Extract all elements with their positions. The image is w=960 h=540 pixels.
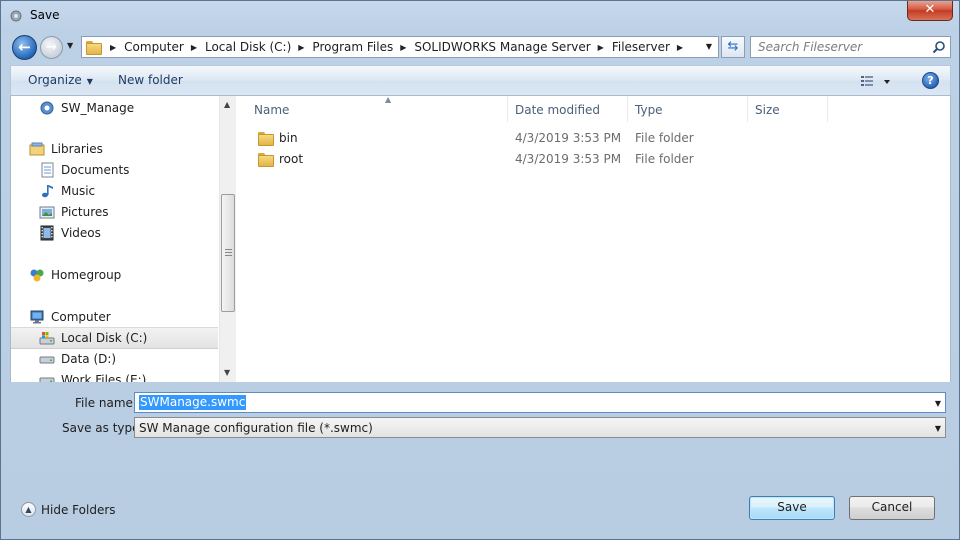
column-header-name[interactable]: Name ▲ [247,95,508,122]
folder-icon [85,40,102,55]
drive-icon [39,351,55,367]
sidebar-item-homegroup[interactable]: Homegroup [11,265,218,285]
breadcrumb-local-disk[interactable]: Local Disk (C:) ▶ [205,40,312,54]
help-button[interactable]: ? [922,72,939,89]
chevron-right-icon[interactable]: ▶ [598,43,604,52]
sidebar-item-sw-manage[interactable]: SW_Manage [11,98,218,118]
sidebar-item-music[interactable]: Music [11,181,218,201]
save-as-type-value: SW Manage configuration file (*.swmc) [139,421,373,435]
grip-icon [225,249,232,256]
sw-manage-icon [39,100,55,116]
column-header-size[interactable]: Size [748,96,828,122]
file-date-modified: 4/3/2019 3:53 PM [515,152,622,166]
view-list-icon [861,76,890,86]
hide-folders-button[interactable]: ▲ Hide Folders [21,502,116,517]
window-title: Save [30,8,60,22]
save-as-type-select[interactable]: SW Manage configuration file (*.swmc) ▼ [134,417,946,438]
sidebar-item-local-disk[interactable]: Local Disk (C:) [11,327,218,349]
chevron-right-icon[interactable]: ▶ [298,43,304,52]
cancel-button[interactable]: Cancel [849,496,935,520]
browser-area: SW_Manage Libraries Documents Music Pict… [10,95,952,382]
file-list: Name ▲ Date modified Type Size bin 4/3/2… [237,95,952,382]
save-button[interactable]: Save [749,496,835,520]
navigation-scrollbar[interactable]: ▲ ▼ [219,96,236,382]
column-header-date-modified[interactable]: Date modified [508,96,628,122]
file-type: File folder [635,131,694,145]
hide-folders-label: Hide Folders [41,502,116,517]
drive-icon [39,372,55,382]
sidebar-item-computer[interactable]: Computer [11,307,218,327]
scroll-up-icon[interactable]: ▲ [224,100,230,109]
collapse-up-icon: ▲ [21,502,36,517]
breadcrumb-computer[interactable]: Computer ▶ [124,40,205,54]
title-bar: Save ✕ [1,1,959,31]
navigation-pane: SW_Manage Libraries Documents Music Pict… [11,96,218,382]
save-as-type-label: Save as type: [62,421,144,435]
chevron-down-icon: ▼ [86,77,93,86]
file-name-value: SWManage.swmc [139,395,247,410]
back-arrow-icon: ← [18,38,31,56]
table-row[interactable]: bin 4/3/2019 3:53 PM File folder [247,128,847,148]
search-input[interactable] [751,37,931,57]
scrollbar-thumb[interactable] [221,194,235,312]
local-disk-icon [39,330,55,346]
save-dialog: Save ✕ ← → ▼ ▶ Computer ▶ Local Disk (C:)… [0,0,960,540]
organize-button[interactable]: Organize ▼ [28,73,93,87]
chevron-right-icon[interactable]: ▶ [191,43,197,52]
file-type: File folder [635,152,694,166]
homegroup-icon [29,267,45,283]
file-name: bin [279,131,298,145]
file-name: root [279,152,304,166]
refresh-button[interactable]: ⇆ [721,36,745,58]
chevron-right-icon[interactable]: ▶ [677,43,683,52]
back-button[interactable]: ← [12,35,37,60]
folder-icon [257,152,274,167]
search-icon[interactable] [932,40,946,54]
search-box[interactable] [750,36,951,58]
file-date-modified: 4/3/2019 3:53 PM [515,131,622,145]
breadcrumb-root-chevron[interactable]: ▶ [103,43,124,52]
sidebar-item-documents[interactable]: Documents [11,160,218,180]
sidebar-item-videos[interactable]: Videos [11,223,218,243]
sidebar-item-data-drive[interactable]: Data (D:) [11,349,218,369]
address-bar[interactable]: ▶ Computer ▶ Local Disk (C:) ▶ Program Fil… [81,36,719,58]
sidebar-item-pictures[interactable]: Pictures [11,202,218,222]
file-name-label: File name: [75,396,137,410]
command-bar: Organize ▼ New folder ? [10,65,951,96]
file-name-field[interactable]: SWManage.swmc ▼ [134,392,946,413]
recent-locations-dropdown[interactable]: ▼ [67,41,73,50]
close-button[interactable]: ✕ [907,1,953,21]
change-view-button[interactable] [859,74,899,90]
breadcrumb-program-files[interactable]: Program Files ▶ [312,40,414,54]
close-icon: ✕ [924,2,936,17]
folder-icon [257,131,274,146]
table-row[interactable]: root 4/3/2019 3:53 PM File folder [247,149,847,169]
forward-button[interactable]: → [40,36,63,59]
computer-icon [29,309,45,325]
column-header-type[interactable]: Type [628,96,748,122]
refresh-icon: ⇆ [727,39,739,54]
help-icon: ? [927,74,934,87]
breadcrumb-solidworks-manage-server[interactable]: SOLIDWORKS Manage Server ▶ [414,40,611,54]
sidebar-item-libraries[interactable]: Libraries [11,139,218,159]
libraries-icon [29,141,45,157]
address-dropdown-icon[interactable]: ▼ [706,42,712,51]
forward-arrow-icon: → [46,40,57,55]
chevron-down-icon: ▼ [934,424,941,433]
breadcrumb-fileserver[interactable]: Fileserver ▶ [612,40,691,54]
chevron-down-icon[interactable]: ▼ [935,399,941,408]
sort-ascending-icon: ▲ [385,95,392,104]
pictures-icon [39,204,55,220]
videos-icon [39,225,55,241]
chevron-right-icon[interactable]: ▶ [400,43,406,52]
sidebar-item-work-files-drive[interactable]: Work Files (E:) [11,370,218,382]
music-icon [39,183,55,199]
documents-icon [39,162,55,178]
new-folder-button[interactable]: New folder [118,73,183,87]
gear-icon [10,10,22,22]
scroll-down-icon[interactable]: ▼ [224,368,230,377]
